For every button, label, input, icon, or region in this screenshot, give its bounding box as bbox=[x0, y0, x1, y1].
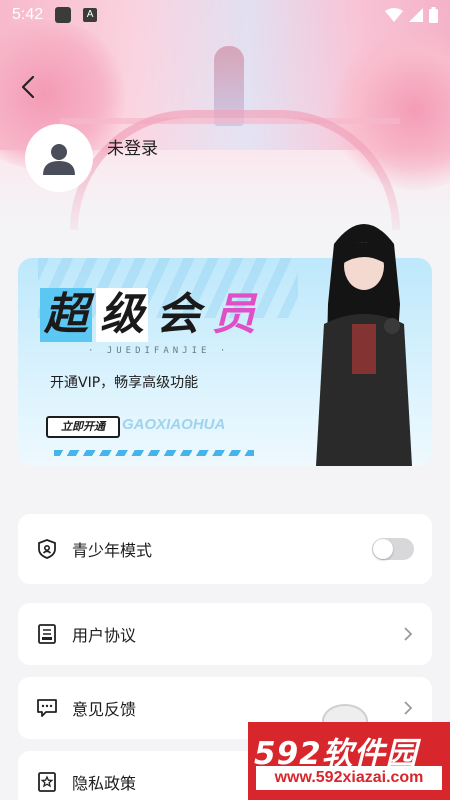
teen-mode-row[interactable]: 青少年模式 bbox=[18, 514, 432, 584]
vip-title-char: 员 bbox=[212, 289, 256, 340]
site-watermark: 592软件园 www.592xiazai.com bbox=[248, 722, 450, 800]
notification-icon bbox=[55, 7, 72, 23]
teen-mode-toggle[interactable] bbox=[372, 538, 414, 560]
wifi-icon bbox=[385, 8, 403, 22]
vip-title: 超 级 会 员 bbox=[40, 288, 260, 342]
back-arrow-icon bbox=[21, 75, 35, 99]
user-agreement-label: 用户协议 bbox=[72, 626, 137, 645]
shield-icon bbox=[36, 538, 58, 560]
vip-title-char: 超 bbox=[40, 288, 92, 342]
profile-section[interactable]: 未登录 bbox=[25, 124, 158, 192]
watermark-url: www.592xiazai.com bbox=[256, 766, 442, 790]
battery-icon bbox=[429, 7, 438, 23]
chevron-right-icon bbox=[404, 701, 413, 715]
comment-icon bbox=[36, 697, 58, 719]
avatar[interactable] bbox=[25, 124, 93, 192]
back-button[interactable] bbox=[14, 72, 44, 102]
status-bar: 5:42 A bbox=[0, 0, 450, 30]
vip-subtitle: · JUEDIFANJIE · bbox=[88, 346, 230, 356]
vip-watermark-text: GAOXIAOHUA bbox=[122, 416, 226, 433]
privacy-label: 隐私政策 bbox=[72, 774, 137, 793]
vip-description: 开通VIP，畅享高级功能 bbox=[50, 375, 199, 391]
vip-title-char: 会 bbox=[156, 289, 200, 340]
chevron-right-icon bbox=[404, 627, 413, 641]
vip-decor-bar bbox=[54, 450, 254, 456]
a-badge-icon: A bbox=[83, 8, 98, 22]
star-document-icon bbox=[36, 771, 58, 793]
teen-mode-label: 青少年模式 bbox=[72, 541, 153, 560]
feedback-label: 意见反馈 bbox=[72, 700, 137, 719]
signal-icon bbox=[409, 8, 423, 22]
status-time: 5:42 bbox=[12, 6, 44, 23]
vip-banner[interactable]: 超 级 会 员 · JUEDIFANJIE · 开通VIP，畅享高级功能 立即开… bbox=[18, 224, 432, 466]
vip-open-button[interactable]: 立即开通 bbox=[46, 416, 120, 438]
user-icon bbox=[43, 144, 75, 175]
vip-character-illustration bbox=[316, 224, 412, 466]
vip-title-char: 级 bbox=[96, 288, 148, 342]
document-icon bbox=[36, 623, 58, 645]
login-status-text[interactable]: 未登录 bbox=[107, 134, 158, 159]
user-agreement-row[interactable]: 用户协议 bbox=[18, 603, 432, 665]
